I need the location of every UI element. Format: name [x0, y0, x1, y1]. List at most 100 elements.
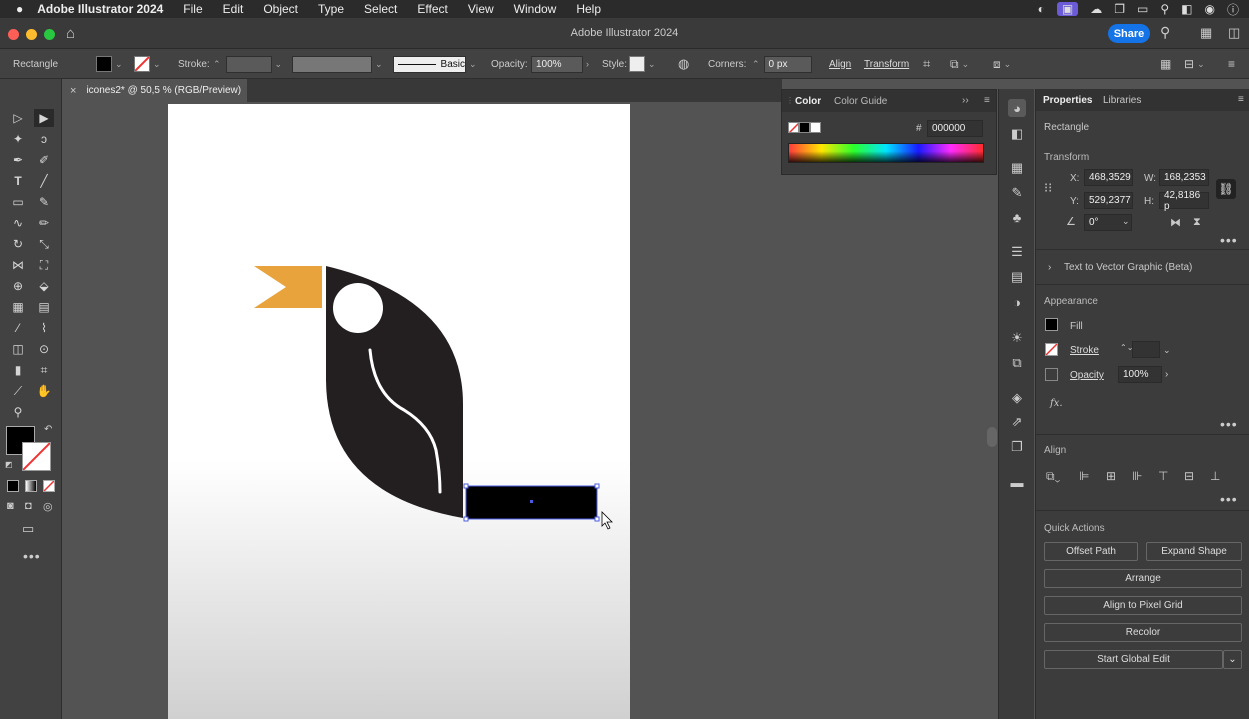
opacity-field[interactable]: 100% ›: [531, 49, 589, 79]
free-transform-icon[interactable]: ⛶: [34, 256, 54, 274]
selection-handle[interactable]: [463, 516, 469, 522]
align-left-icon[interactable]: ⊫: [1079, 469, 1089, 483]
edit-toolbar-icon[interactable]: •••: [23, 548, 41, 564]
magic-wand-icon[interactable]: ✦: [8, 130, 28, 148]
close-tab-icon[interactable]: ×: [70, 85, 76, 97]
corners-stepper[interactable]: ⌃ 0 px: [752, 49, 812, 79]
more-transform-options-icon[interactable]: •••: [1220, 232, 1238, 248]
swatches-icon[interactable]: ▦: [1008, 159, 1026, 177]
gradient-mode-icon[interactable]: [25, 480, 37, 492]
layers-icon[interactable]: ◈: [1008, 389, 1026, 407]
constrain-proportions-icon[interactable]: ⛓: [1216, 179, 1236, 199]
share-button[interactable]: Share: [1108, 24, 1150, 43]
screen-share-icon[interactable]: ▣: [1056, 2, 1079, 16]
perspective-grid-icon[interactable]: ▦: [8, 298, 28, 316]
artboard-tool-icon[interactable]: ⌗: [34, 361, 54, 379]
offset-path-button[interactable]: Offset Path: [1044, 542, 1138, 561]
pen-tool-icon[interactable]: ✒: [8, 151, 28, 169]
align-to-icon[interactable]: ⧉⌄: [1046, 469, 1060, 484]
fill-control[interactable]: ⌄: [96, 49, 123, 79]
artboards-icon[interactable]: ❐: [1008, 438, 1026, 456]
screen-mode-icon[interactable]: ▭: [22, 521, 34, 537]
minimize-window-button[interactable]: [26, 29, 37, 40]
graphic-styles-icon[interactable]: ⧉: [1008, 354, 1026, 372]
close-window-button[interactable]: [8, 29, 19, 40]
x-field[interactable]: 468,3529: [1084, 169, 1133, 186]
draw-inside-icon[interactable]: ◎: [43, 500, 53, 513]
draw-behind-icon[interactable]: ◘: [25, 500, 32, 512]
stroke-panel-icon[interactable]: ☰: [1008, 243, 1026, 261]
selection-handle[interactable]: [594, 516, 600, 522]
default-colors-icon[interactable]: ◩: [5, 460, 13, 469]
stroke-weight-stepper[interactable]: ⌃ ⌄: [213, 49, 282, 79]
shape-builder-icon[interactable]: ⊕: [8, 277, 28, 295]
tab-color[interactable]: Color: [795, 96, 821, 107]
opacity-value[interactable]: 100%: [531, 55, 583, 73]
menu-effect[interactable]: Effect: [417, 2, 447, 16]
graph-tool-icon[interactable]: ▮: [8, 361, 28, 379]
menu-select[interactable]: Select: [364, 2, 397, 16]
control-center-icon[interactable]: ◧: [1181, 2, 1192, 16]
eye-shape[interactable]: [333, 283, 383, 333]
cloud-icon[interactable]: ☁: [1090, 2, 1102, 16]
stroke-swatch[interactable]: [22, 442, 51, 471]
color-guide-icon[interactable]: ◧: [1008, 125, 1026, 143]
app-menu[interactable]: Adobe Illustrator 2024: [37, 2, 163, 16]
menu-window[interactable]: Window: [514, 2, 557, 16]
panel-grip-icon[interactable]: ⋮: [786, 96, 794, 105]
transparency-icon[interactable]: ◑: [1008, 293, 1026, 311]
pencil-tool-icon[interactable]: ✏: [34, 214, 54, 232]
tab-color-guide[interactable]: Color Guide: [834, 96, 887, 107]
expand-chevron-icon[interactable]: ›: [1048, 262, 1051, 273]
reference-point-icon[interactable]: ⁝⁝: [1044, 180, 1052, 196]
panel-toggle-icon[interactable]: ◫: [1228, 25, 1240, 41]
info-icon[interactable]: ⓘ: [1227, 1, 1239, 18]
battery-icon[interactable]: ▭: [1137, 2, 1148, 16]
brushes-icon[interactable]: ✎: [1008, 184, 1026, 202]
blend-tool-icon[interactable]: ◫: [8, 340, 28, 358]
align-vertical-center-icon[interactable]: ⊟: [1184, 469, 1194, 483]
more-appearance-options-icon[interactable]: •••: [1220, 416, 1238, 432]
flip-vertical-icon[interactable]: ⧗: [1193, 216, 1201, 229]
slice-tool-icon[interactable]: ⟋: [8, 382, 28, 400]
align-menu-icon[interactable]: ⊟ ⌄: [1184, 49, 1205, 79]
stroke-link[interactable]: Stroke: [1070, 345, 1099, 356]
selection-tool-icon[interactable]: ▷: [8, 109, 28, 127]
expand-shape-button[interactable]: Expand Shape: [1146, 542, 1242, 561]
draw-normal-icon[interactable]: ◙: [7, 500, 14, 512]
symbols-icon[interactable]: ♣: [1008, 208, 1026, 226]
search-icon[interactable]: ⚲: [1160, 2, 1169, 16]
collapse-panel-icon[interactable]: ››: [962, 95, 969, 106]
recolor-button[interactable]: Recolor: [1044, 623, 1242, 642]
tab-properties[interactable]: Properties: [1043, 95, 1092, 106]
creative-cloud-icon[interactable]: ◐: [1038, 2, 1045, 16]
distribute-icon[interactable]: ⧈ ⌄: [993, 49, 1011, 79]
rectangle-tool-icon[interactable]: ▭: [8, 193, 28, 211]
align-to-pixel-grid-button[interactable]: Align to Pixel Grid: [1044, 596, 1242, 615]
align-horizontal-center-icon[interactable]: ⊞: [1106, 469, 1116, 483]
global-edit-dropdown-icon[interactable]: ⌄: [1223, 650, 1242, 669]
stroke-swatch[interactable]: [1045, 343, 1058, 356]
rotate-dropdown-icon[interactable]: ⌄: [1122, 216, 1130, 227]
beak-shape[interactable]: [254, 266, 322, 308]
stroke-dropdown-icon[interactable]: ⌄: [1163, 345, 1171, 356]
hex-input[interactable]: 000000: [927, 120, 983, 137]
opacity-link[interactable]: Opacity: [1070, 370, 1104, 381]
comments-icon[interactable]: ▬: [1008, 473, 1026, 491]
h-field[interactable]: 42,8186 p: [1159, 190, 1209, 212]
opacity-field[interactable]: 100%: [1118, 366, 1162, 383]
panel-menu-icon[interactable]: ≡: [984, 95, 990, 106]
search-icon[interactable]: ⚲: [1160, 24, 1170, 41]
w-field[interactable]: 168,2353: [1159, 169, 1209, 186]
arrange-icon[interactable]: ⧉ ⌄: [950, 49, 969, 79]
arrange-documents-icon[interactable]: ▦: [1160, 49, 1171, 79]
siri-icon[interactable]: ◉: [1205, 2, 1215, 16]
zoom-window-button[interactable]: [44, 29, 55, 40]
flip-horizontal-icon[interactable]: ⧓: [1170, 216, 1181, 229]
line-tool-icon[interactable]: ╱: [34, 172, 54, 190]
panel-menu-icon[interactable]: ≡: [1238, 94, 1244, 105]
live-paint-icon[interactable]: ⬙: [34, 277, 54, 295]
export-icon[interactable]: ⇗: [1008, 413, 1026, 431]
zoom-tool-icon[interactable]: ⚲: [8, 403, 28, 421]
measure-tool-icon[interactable]: ⌇: [34, 319, 54, 337]
